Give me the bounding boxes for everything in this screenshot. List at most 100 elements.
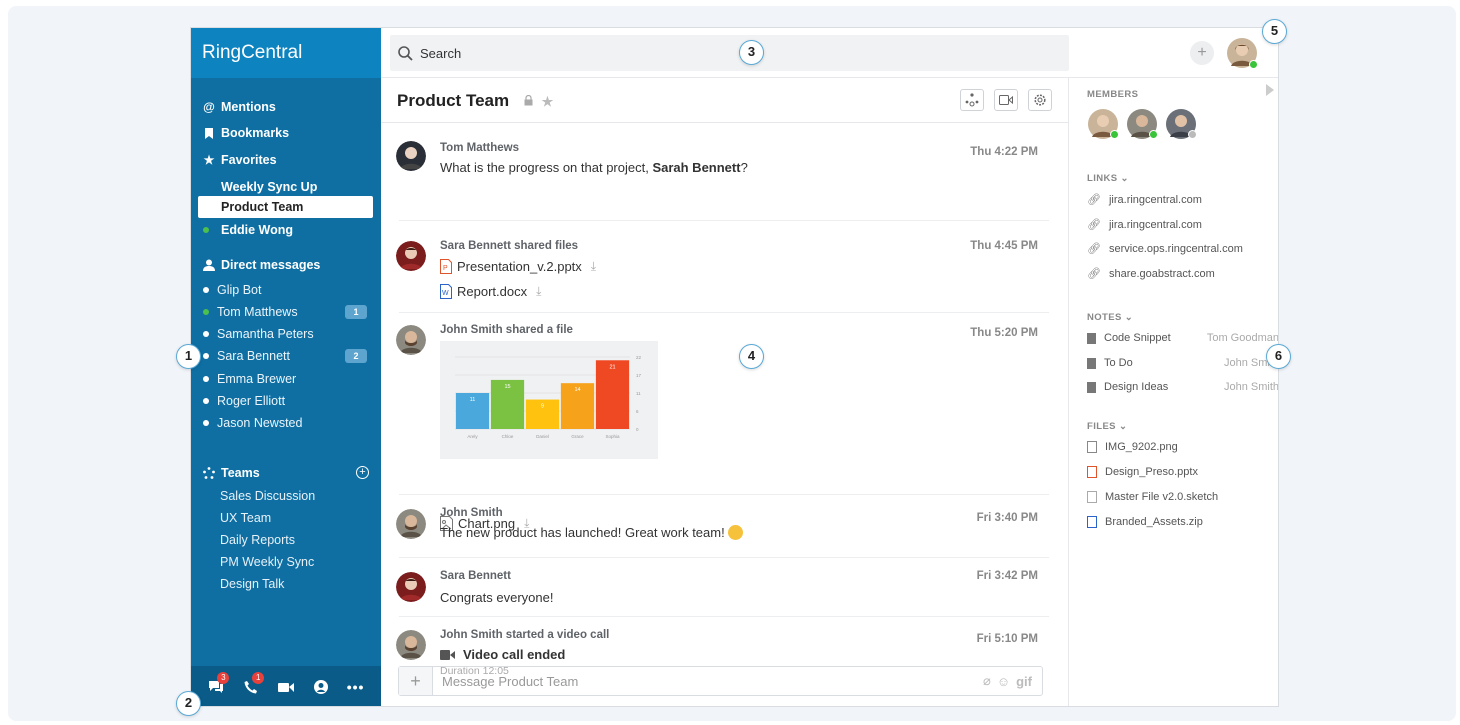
dm-item[interactable]: Sara Bennett 2: [203, 347, 381, 365]
message-divider: [399, 616, 1049, 617]
favorite-item-selected[interactable]: Product Team: [198, 196, 373, 218]
mention-link[interactable]: Sarah Bennett: [652, 160, 740, 175]
avatar[interactable]: [396, 630, 426, 660]
download-icon[interactable]: ⤓: [536, 284, 541, 299]
favorite-item-label: Eddie Wong: [221, 223, 293, 237]
file-item[interactable]: IMG_9202.png: [1087, 441, 1178, 453]
sidebar-favorites[interactable]: ★ Favorites: [203, 151, 277, 169]
message-time: Fri 5:10 PM: [976, 633, 1038, 645]
member-avatar[interactable]: [1166, 109, 1197, 139]
sidebar-mentions[interactable]: @ Mentions: [203, 98, 276, 116]
phone-button[interactable]: 1: [240, 672, 265, 698]
messages-button[interactable]: 3: [205, 672, 230, 698]
member-avatar[interactable]: [1127, 109, 1158, 139]
link-icon: 🔗︎: [1087, 268, 1101, 280]
file-attachment[interactable]: W Report.docx ⤓: [440, 284, 541, 299]
sidebar-direct-messages[interactable]: Direct messages: [203, 256, 320, 274]
file-attachment[interactable]: P Presentation_v.2.pptx ⤓: [440, 259, 596, 274]
note-item[interactable]: Code Snippet Tom Goodman: [1087, 332, 1278, 344]
teams-label: Teams: [221, 466, 260, 480]
video-call-button[interactable]: [994, 89, 1018, 111]
message-author[interactable]: John Smith started a video call: [440, 629, 609, 641]
sidebar-teams[interactable]: Teams +: [203, 464, 369, 482]
at-icon: @: [203, 100, 215, 114]
link-icon: 🔗︎: [1087, 243, 1101, 255]
unread-badge: 1: [345, 305, 367, 319]
search-input[interactable]: Search: [390, 35, 1069, 71]
chart-x-tick: Grace: [571, 434, 584, 439]
link-item[interactable]: 🔗︎ share.goabstract.com: [1087, 267, 1215, 281]
dm-item[interactable]: Glip Bot: [203, 281, 381, 299]
dm-item[interactable]: Jason Newsted: [203, 414, 381, 432]
link-item[interactable]: 🔗︎ service.ops.ringcentral.com: [1087, 242, 1243, 256]
paperclip-icon[interactable]: ⌀: [983, 673, 991, 689]
favorite-item[interactable]: Eddie Wong: [203, 221, 293, 239]
note-item[interactable]: Design Ideas John Smith: [1087, 381, 1278, 393]
bookmarks-label: Bookmarks: [221, 126, 290, 140]
dm-item[interactable]: Samantha Peters: [203, 325, 381, 343]
settings-button[interactable]: [1028, 89, 1052, 111]
files-heading[interactable]: FILES ⌄: [1087, 421, 1127, 432]
star-icon: ★: [203, 153, 215, 167]
dm-item[interactable]: Emma Brewer: [203, 370, 381, 388]
chart-image[interactable]: 22 17 11 6 0 11 Arely 15 Chloe 9 Daniel 14 Grace 21 So…: [440, 341, 658, 459]
note-item[interactable]: To Do John Smith: [1087, 357, 1278, 369]
emoji-icon[interactable]: ☺: [997, 674, 1010, 689]
add-team-icon[interactable]: +: [356, 466, 369, 479]
notification-badge: 1: [252, 672, 265, 684]
file-item[interactable]: Branded_Assets.zip: [1087, 516, 1203, 528]
message-compose-input[interactable]: + Message Product Team ⌀ ☺ gif: [398, 666, 1043, 696]
favorite-star-icon[interactable]: ★: [542, 94, 554, 109]
dm-item[interactable]: Tom Matthews 1: [203, 303, 381, 321]
avatar[interactable]: [396, 241, 426, 271]
chart-y-tick: 17: [636, 373, 642, 378]
file-item[interactable]: Master File v2.0.sketch: [1087, 491, 1218, 503]
avatar[interactable]: [396, 509, 426, 539]
message-author[interactable]: Tom Matthews: [440, 142, 519, 154]
links-heading[interactable]: LINKS ⌄: [1087, 173, 1129, 184]
gif-button[interactable]: gif: [1016, 674, 1032, 689]
link-item[interactable]: 🔗︎ jira.ringcentral.com: [1087, 193, 1202, 207]
chevron-down-icon: ⌄: [1118, 421, 1128, 432]
dm-item[interactable]: Roger Elliott: [203, 392, 381, 410]
team-item[interactable]: UX Team: [220, 509, 271, 527]
file-item[interactable]: Design_Preso.pptx: [1087, 466, 1198, 478]
online-status-dot: [203, 227, 209, 233]
message-author[interactable]: Sara Bennett shared files: [440, 240, 578, 252]
video-button[interactable]: [275, 676, 297, 698]
link-item[interactable]: 🔗︎ jira.ringcentral.com: [1087, 218, 1202, 232]
avatar[interactable]: [396, 141, 426, 171]
team-item[interactable]: Design Talk: [220, 575, 284, 593]
favorite-item[interactable]: Weekly Sync Up: [221, 178, 317, 196]
add-members-button[interactable]: [960, 89, 984, 111]
person-icon: [203, 259, 215, 271]
link-url: share.goabstract.com: [1108, 267, 1215, 280]
message-text: Congrats everyone!: [440, 590, 554, 605]
message-divider: [399, 557, 1049, 558]
notes-heading[interactable]: NOTES ⌄: [1087, 312, 1133, 323]
new-action-button[interactable]: +: [1190, 41, 1214, 65]
download-icon[interactable]: ⤓: [591, 259, 596, 274]
contacts-button[interactable]: [310, 676, 332, 698]
status-dot: [203, 420, 209, 426]
avatar[interactable]: [396, 325, 426, 355]
team-item[interactable]: PM Weekly Sync: [220, 553, 314, 571]
team-item[interactable]: Daily Reports: [220, 531, 295, 549]
message-author[interactable]: John Smith shared a file: [440, 324, 573, 336]
more-button[interactable]: •••: [345, 676, 367, 698]
chart-x-tick: Sophia: [605, 434, 620, 439]
search-icon: [398, 45, 413, 61]
member-avatar[interactable]: [1088, 109, 1119, 139]
chart-x-tick: Chloe: [502, 434, 514, 439]
video-icon: [277, 682, 294, 692]
sidebar-bookmarks[interactable]: Bookmarks: [203, 124, 289, 142]
message-author[interactable]: Sara Bennett: [440, 570, 511, 582]
avatar[interactable]: [396, 572, 426, 602]
message-text: What is the progress on that project, Sa…: [440, 160, 748, 175]
attach-plus-button[interactable]: +: [399, 667, 433, 695]
dm-name: Emma Brewer: [217, 372, 297, 386]
collapse-panel-icon[interactable]: [1266, 84, 1274, 96]
my-avatar[interactable]: [1227, 38, 1258, 69]
message-author[interactable]: John Smith: [440, 507, 503, 519]
team-item[interactable]: Sales Discussion: [220, 487, 315, 505]
